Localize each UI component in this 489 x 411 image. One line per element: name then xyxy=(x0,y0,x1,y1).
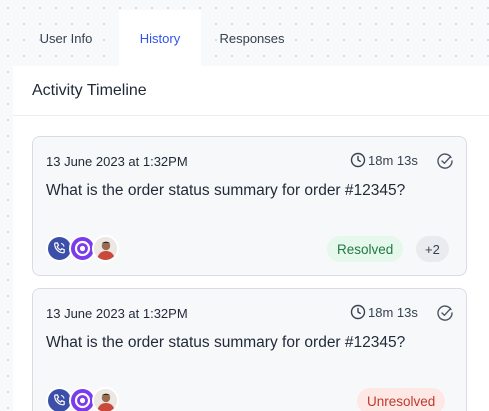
status-badge: Resolved xyxy=(327,236,404,262)
tab-bar: User Info History Responses xyxy=(13,10,303,66)
tab-user-info[interactable]: User Info xyxy=(13,10,119,66)
avatar xyxy=(92,387,119,411)
duration-text: 18m 13s xyxy=(368,304,418,320)
clock-icon xyxy=(350,152,366,168)
more-count-button[interactable]: +2 xyxy=(416,236,449,262)
status-badge: Unresolved xyxy=(357,388,446,411)
activity-card[interactable]: 13 June 2023 at 1:32PM 18m 13s What is t… xyxy=(32,136,467,276)
tab-label: Responses xyxy=(219,30,285,46)
tab-responses[interactable]: Responses xyxy=(201,10,303,66)
duration-text: 18m 13s xyxy=(368,152,418,168)
activity-duration: 18m 13s xyxy=(350,304,418,320)
check-circle-icon[interactable] xyxy=(436,304,454,322)
tab-history[interactable]: History xyxy=(119,10,201,66)
activity-duration: 18m 13s xyxy=(350,152,418,168)
panel-title: Activity Timeline xyxy=(13,66,489,116)
activity-card[interactable]: 13 June 2023 at 1:32PM 18m 13s What is t… xyxy=(32,288,467,411)
clock-icon xyxy=(350,304,366,320)
tab-label: User Info xyxy=(39,30,93,46)
avatar xyxy=(92,235,119,262)
activity-date: 13 June 2023 at 1:32PM xyxy=(46,154,188,169)
activity-panel: Activity Timeline 13 June 2023 at 1:32PM… xyxy=(13,66,489,411)
check-circle-icon[interactable] xyxy=(436,152,454,170)
activity-question: What is the order status summary for ord… xyxy=(46,334,406,351)
activity-date: 13 June 2023 at 1:32PM xyxy=(46,306,188,321)
avatar-group[interactable] xyxy=(46,387,126,411)
activity-question: What is the order status summary for ord… xyxy=(46,182,406,199)
tab-label: History xyxy=(139,30,181,46)
avatar-group[interactable] xyxy=(46,235,126,263)
